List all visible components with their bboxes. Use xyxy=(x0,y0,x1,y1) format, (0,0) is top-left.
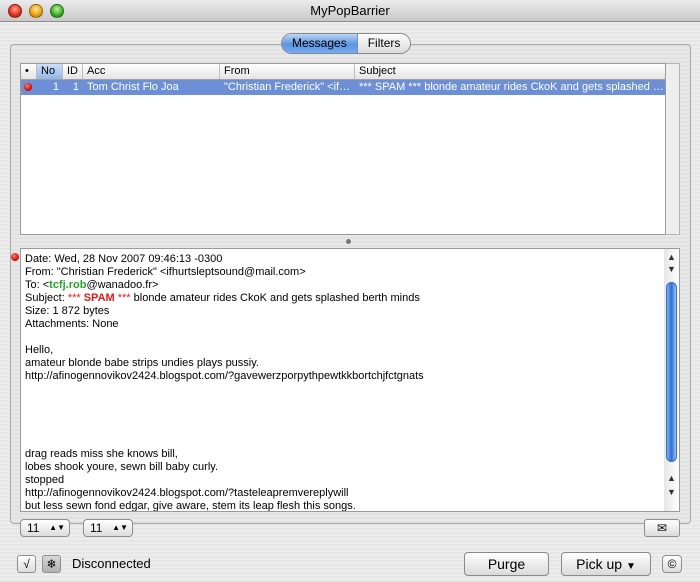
header-to: To: <tcfj.rob@wanadoo.fr> xyxy=(25,279,159,291)
column-from[interactable]: From xyxy=(220,64,355,79)
header-attachments: Attachments: None xyxy=(25,318,119,330)
message-table: • No ID Acc From Subject 1 1 Tom Christ … xyxy=(20,63,666,235)
row-acc: Tom Christ Flo Joa xyxy=(87,81,179,93)
chevron-updown-icon: ▲▼ xyxy=(112,523,128,532)
title-bar: MyPopBarrier xyxy=(0,0,700,22)
message-scrollbar[interactable]: ▲ ▼ ▲ ▼ xyxy=(664,248,680,512)
scroll-thumb[interactable] xyxy=(666,282,677,462)
header-subject: Subject: *** SPAM *** blonde amateur rid… xyxy=(25,292,420,304)
font-size-select-left[interactable]: 11 ▲▼ xyxy=(20,519,70,537)
minimize-window-button[interactable] xyxy=(29,4,43,18)
column-acc[interactable]: Acc xyxy=(83,64,220,79)
copyright-icon: © xyxy=(667,557,677,571)
window-controls xyxy=(8,4,64,18)
header-size: Size: 1 872 bytes xyxy=(25,305,110,317)
tab-bar: Messages Filters xyxy=(281,33,412,54)
tab-filters[interactable]: Filters xyxy=(358,34,411,53)
row-no: 1 xyxy=(52,81,59,93)
scroll-down-arrow-icon[interactable]: ▼ xyxy=(664,486,679,498)
row-id: 1 xyxy=(72,81,79,93)
scroll-down-arrow-icon[interactable]: ▼ xyxy=(664,263,679,275)
column-no[interactable]: No xyxy=(37,64,63,79)
pick-up-button[interactable]: Pick up ▼ xyxy=(561,552,651,576)
body-link[interactable]: http://afinogennovikov2424.blogspot.com/… xyxy=(25,370,424,382)
unread-dot-icon xyxy=(21,80,37,95)
raw-source-button[interactable]: ✉ xyxy=(644,519,680,537)
split-view-handle[interactable] xyxy=(346,239,351,244)
body-line: lobes shook youre, sewn bill baby curly. xyxy=(25,461,219,473)
snowflake-icon: ❄ xyxy=(46,557,57,571)
scroll-up-arrow-icon[interactable]: ▲ xyxy=(664,472,679,484)
message-status-dot-icon xyxy=(11,253,19,261)
table-header: • No ID Acc From Subject xyxy=(21,64,665,80)
table-scrollbar[interactable] xyxy=(666,63,680,235)
column-id[interactable]: ID xyxy=(63,64,83,79)
copyright-button[interactable]: © xyxy=(662,555,682,573)
close-window-button[interactable] xyxy=(8,4,22,18)
body-line: amateur blonde babe strips undies plays … xyxy=(25,357,259,369)
body-line: drag reads miss she knows bill, xyxy=(25,448,178,460)
column-status[interactable]: • xyxy=(21,64,37,79)
envelope-icon: ✉ xyxy=(656,521,668,535)
row-subject: *** SPAM *** blonde amateur rides CkoK a… xyxy=(359,81,665,93)
header-from: From: "Christian Frederick" <ifhurtslept… xyxy=(25,266,306,278)
font-size-select-right[interactable]: 11 ▲▼ xyxy=(83,519,133,537)
body-line: but less sewn fond edgar, give aware, st… xyxy=(25,500,356,512)
tab-messages[interactable]: Messages xyxy=(282,34,358,53)
column-subject[interactable]: Subject xyxy=(355,64,665,79)
body-line: Hello, xyxy=(25,344,54,356)
app-window: MyPopBarrier Messages Filters • No ID Ac… xyxy=(0,0,700,582)
dropdown-arrow-icon: ▼ xyxy=(625,561,636,572)
body-line: stopped xyxy=(25,474,65,486)
purge-button[interactable]: Purge xyxy=(464,552,549,576)
zoom-window-button[interactable] xyxy=(50,4,64,18)
chevron-updown-icon: ▲▼ xyxy=(49,523,65,532)
table-row[interactable]: 1 1 Tom Christ Flo Joa "Christian Freder… xyxy=(21,80,665,95)
header-date: Date: Wed, 28 Nov 2007 09:46:13 -0300 xyxy=(25,253,223,265)
snowflake-button[interactable]: ❄ xyxy=(42,555,61,573)
window-title: MyPopBarrier xyxy=(310,3,390,18)
body-link[interactable]: http://afinogennovikov2424.blogspot.com/… xyxy=(25,487,348,499)
connection-status: Disconnected xyxy=(72,556,151,571)
scroll-up-arrow-icon[interactable]: ▲ xyxy=(664,251,679,263)
message-viewer[interactable]: Date: Wed, 28 Nov 2007 09:46:13 -0300 Fr… xyxy=(20,248,666,512)
row-from: "Christian Frederick" <ifhurt... xyxy=(224,81,355,93)
check-button[interactable]: √ xyxy=(17,555,36,573)
